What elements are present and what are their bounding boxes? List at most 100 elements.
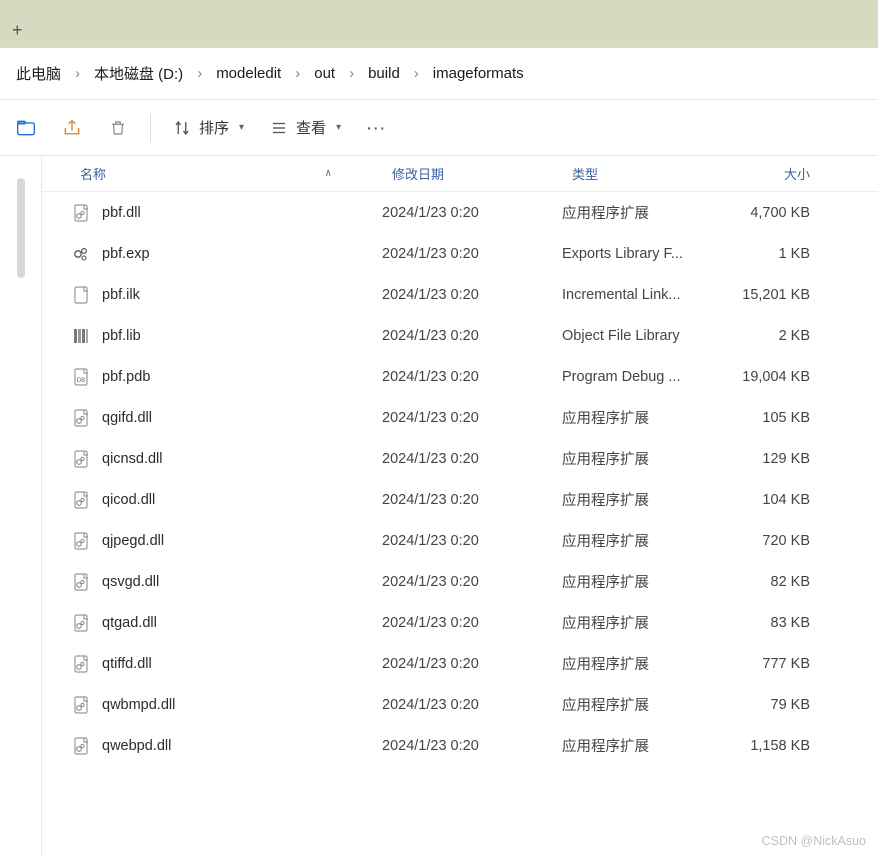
file-name: pbf.dll <box>102 205 141 221</box>
file-name: qjpegd.dll <box>102 533 164 549</box>
file-icon <box>72 450 90 468</box>
file-name: qwbmpd.dll <box>102 697 175 713</box>
chevron-right-icon: › <box>193 65 206 82</box>
file-row[interactable]: qjpegd.dll 2024/1/23 0:20应用程序扩展720 KB <box>42 520 878 561</box>
breadcrumb-item[interactable]: 此电脑 <box>8 59 69 88</box>
breadcrumb-item[interactable]: imageformats <box>425 61 532 86</box>
file-size: 105 KB <box>722 410 832 426</box>
file-row[interactable]: pbf.lib2024/1/23 0:20Object File Library… <box>42 315 878 356</box>
file-size: 83 KB <box>722 615 832 631</box>
file-date: 2024/1/23 0:20 <box>382 328 562 344</box>
file-size: 19,004 KB <box>722 369 832 385</box>
file-date: 2024/1/23 0:20 <box>382 246 562 262</box>
file-name: qicod.dll <box>102 492 155 508</box>
file-date: 2024/1/23 0:20 <box>382 533 562 549</box>
file-row[interactable]: qtgad.dll2024/1/23 0:20应用程序扩展83 KB <box>42 602 878 643</box>
file-icon <box>72 655 90 673</box>
file-icon <box>72 614 90 632</box>
nav-pane <box>0 156 42 856</box>
new-tab-button[interactable]: + <box>4 14 31 47</box>
chevron-right-icon: › <box>71 65 84 82</box>
column-type[interactable]: 类型 <box>562 164 722 183</box>
file-icon: DB <box>72 368 90 386</box>
file-size: 129 KB <box>722 451 832 467</box>
share-button[interactable] <box>52 108 92 148</box>
file-type: 应用程序扩展 <box>562 735 722 756</box>
sort-button[interactable]: 排序 ▾ <box>163 111 254 144</box>
file-date: 2024/1/23 0:20 <box>382 615 562 631</box>
file-size: 720 KB <box>722 533 832 549</box>
file-type: 应用程序扩展 <box>562 694 722 715</box>
file-icon <box>72 286 90 304</box>
file-date: 2024/1/23 0:20 <box>382 451 562 467</box>
more-button[interactable]: ··· <box>357 120 397 136</box>
column-size[interactable]: 大小 <box>722 164 832 183</box>
view-button[interactable]: 查看 ▾ <box>260 111 351 144</box>
view-label: 查看 <box>296 117 326 138</box>
file-size: 15,201 KB <box>722 287 832 303</box>
column-name[interactable]: 名称 ∧ <box>42 164 382 183</box>
file-date: 2024/1/23 0:20 <box>382 574 562 590</box>
svg-text:DB: DB <box>77 378 85 384</box>
toolbar: 排序 ▾ 查看 ▾ ··· <box>0 100 878 156</box>
file-size: 4,700 KB <box>722 205 832 221</box>
new-item-button[interactable] <box>6 108 46 148</box>
file-row[interactable]: qtiffd.dll2024/1/23 0:20应用程序扩展777 KB <box>42 643 878 684</box>
file-icon <box>72 491 90 509</box>
file-row[interactable]: pbf.exp2024/1/23 0:20Exports Library F..… <box>42 233 878 274</box>
file-type: 应用程序扩展 <box>562 653 722 674</box>
toolbar-divider <box>150 114 151 142</box>
file-size: 1,158 KB <box>722 738 832 754</box>
file-name: qwebpd.dll <box>102 738 171 754</box>
file-size: 79 KB <box>722 697 832 713</box>
file-icon <box>72 696 90 714</box>
file-type: 应用程序扩展 <box>562 448 722 469</box>
file-size: 1 KB <box>722 246 832 262</box>
file-icon <box>72 409 90 427</box>
file-row[interactable]: pbf.dll2024/1/23 0:20应用程序扩展4,700 KB <box>42 192 878 233</box>
file-date: 2024/1/23 0:20 <box>382 410 562 426</box>
column-date[interactable]: 修改日期 <box>382 164 562 183</box>
file-row[interactable]: qwebpd.dll 2024/1/23 0:20应用程序扩展1,158 KB <box>42 725 878 766</box>
file-size: 2 KB <box>722 328 832 344</box>
file-type: Incremental Link... <box>562 287 722 303</box>
file-name: qgifd.dll <box>102 410 152 426</box>
breadcrumb-item[interactable]: 本地磁盘 (D:) <box>86 59 191 88</box>
file-icon <box>72 204 90 222</box>
scrollbar-thumb[interactable] <box>17 178 25 278</box>
file-name: qtiffd.dll <box>102 656 152 672</box>
file-row[interactable]: qsvgd.dll2024/1/23 0:20应用程序扩展82 KB <box>42 561 878 602</box>
watermark: CSDN @NickAsuo <box>762 834 866 848</box>
file-icon <box>72 245 90 263</box>
file-row[interactable]: pbf.ilk2024/1/23 0:20Incremental Link...… <box>42 274 878 315</box>
file-type: Object File Library <box>562 328 722 344</box>
file-type: 应用程序扩展 <box>562 612 722 633</box>
file-row[interactable]: qicod.dll2024/1/23 0:20应用程序扩展104 KB <box>42 479 878 520</box>
file-type: 应用程序扩展 <box>562 407 722 428</box>
delete-button[interactable] <box>98 108 138 148</box>
file-type: 应用程序扩展 <box>562 530 722 551</box>
file-date: 2024/1/23 0:20 <box>382 697 562 713</box>
file-type: 应用程序扩展 <box>562 571 722 592</box>
file-size: 104 KB <box>722 492 832 508</box>
chevron-down-icon: ▾ <box>239 122 244 133</box>
file-row[interactable]: DBpbf.pdb2024/1/23 0:20Program Debug ...… <box>42 356 878 397</box>
chevron-down-icon: ▾ <box>336 122 341 133</box>
file-row[interactable]: qicnsd.dll2024/1/23 0:20应用程序扩展129 KB <box>42 438 878 479</box>
file-type: Program Debug ... <box>562 369 722 385</box>
file-size: 82 KB <box>722 574 832 590</box>
file-row[interactable]: qwbmpd.dll 2024/1/23 0:20应用程序扩展79 KB <box>42 684 878 725</box>
file-list: pbf.dll2024/1/23 0:20应用程序扩展4,700 KBpbf.e… <box>42 192 878 856</box>
file-icon <box>72 327 90 345</box>
file-name: pbf.exp <box>102 246 150 262</box>
breadcrumb-item[interactable]: modeledit <box>208 61 289 86</box>
file-row[interactable]: qgifd.dll 2024/1/23 0:20应用程序扩展105 KB <box>42 397 878 438</box>
file-icon <box>72 573 90 591</box>
chevron-right-icon: › <box>410 65 423 82</box>
file-date: 2024/1/23 0:20 <box>382 205 562 221</box>
file-date: 2024/1/23 0:20 <box>382 738 562 754</box>
breadcrumb-item[interactable]: build <box>360 61 408 86</box>
file-date: 2024/1/23 0:20 <box>382 492 562 508</box>
breadcrumb-item[interactable]: out <box>306 61 343 86</box>
chevron-right-icon: › <box>291 65 304 82</box>
